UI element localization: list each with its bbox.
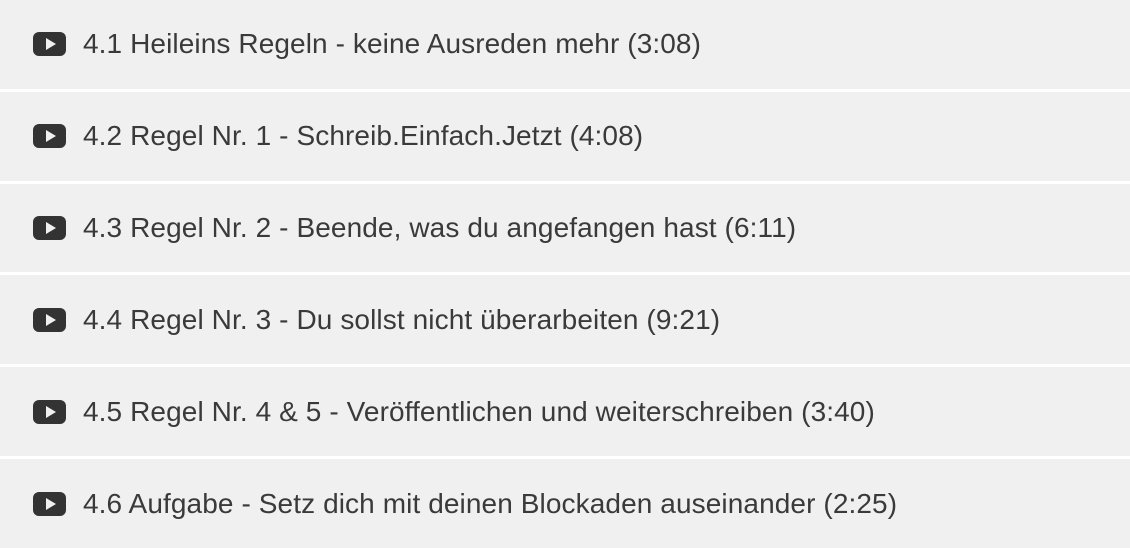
play-video-icon [33,307,66,332]
play-video-icon [33,124,66,149]
lecture-item-4-5[interactable]: 4.5 Regel Nr. 4 & 5 - Veröffentlichen un… [0,367,1130,457]
lecture-title: 4.2 Regel Nr. 1 - Schreib.Einfach.Jetzt … [83,120,644,152]
play-video-icon [33,491,66,516]
lecture-title: 4.4 Regel Nr. 3 - Du sollst nicht überar… [83,303,721,335]
play-video-icon [33,399,66,424]
lecture-title: 4.5 Regel Nr. 4 & 5 - Veröffentlichen un… [83,395,875,427]
lecture-item-4-1[interactable]: 4.1 Heileins Regeln - keine Ausreden meh… [0,0,1130,89]
lecture-item-4-6[interactable]: 4.6 Aufgabe - Setz dich mit deinen Block… [0,459,1130,548]
lecture-item-4-4[interactable]: 4.4 Regel Nr. 3 - Du sollst nicht überar… [0,275,1130,365]
lecture-title: 4.3 Regel Nr. 2 - Beende, was du angefan… [83,212,797,244]
lecture-title: 4.6 Aufgabe - Setz dich mit deinen Block… [83,487,898,519]
play-video-icon [33,32,66,57]
lecture-title: 4.1 Heileins Regeln - keine Ausreden meh… [83,28,702,60]
lecture-item-4-2[interactable]: 4.2 Regel Nr. 1 - Schreib.Einfach.Jetzt … [0,91,1130,181]
lecture-item-4-3[interactable]: 4.3 Regel Nr. 2 - Beende, was du angefan… [0,183,1130,273]
play-video-icon [33,216,66,241]
lecture-list: 4.1 Heileins Regeln - keine Ausreden meh… [0,0,1130,548]
